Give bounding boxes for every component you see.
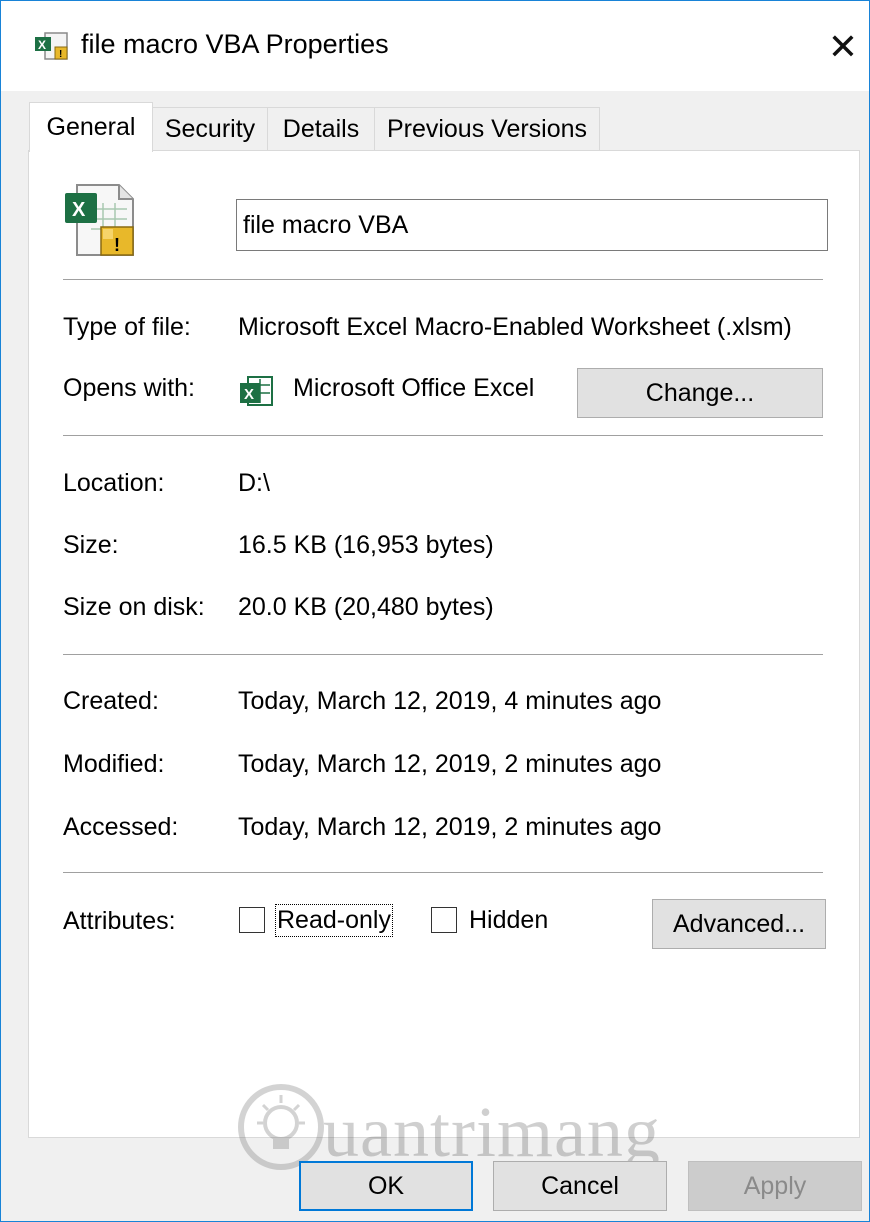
separator [63, 654, 823, 656]
ok-button[interactable]: OK [299, 1161, 473, 1211]
advanced-button[interactable]: Advanced... [652, 899, 826, 949]
accessed-value: Today, March 12, 2019, 2 minutes ago [238, 813, 662, 841]
size-value: 16.5 KB (16,953 bytes) [238, 531, 494, 559]
separator [63, 435, 823, 437]
tab-previous-versions[interactable]: Previous Versions [374, 107, 600, 151]
attributes-label: Attributes: [63, 907, 176, 935]
accessed-label: Accessed: [63, 813, 179, 841]
hidden-label[interactable]: Hidden [469, 906, 548, 935]
location-label: Location: [63, 469, 165, 497]
tab-security-label: Security [164, 115, 256, 143]
read-only-label[interactable]: Read-only [275, 904, 393, 937]
cancel-button-label: Cancel [541, 1171, 619, 1200]
svg-text:!: ! [114, 235, 120, 255]
size-label: Size: [63, 531, 119, 559]
ok-button-label: OK [367, 1171, 405, 1200]
close-icon: ✕ [827, 26, 859, 67]
tab-security[interactable]: Security [152, 107, 268, 151]
properties-dialog: X ! file macro VBA Properties ✕ General … [0, 0, 870, 1222]
location-value: D:\ [238, 469, 270, 497]
tab-details[interactable]: Details [267, 107, 375, 151]
svg-text:X: X [38, 38, 46, 52]
created-label: Created: [63, 687, 159, 715]
size-on-disk-label: Size on disk: [63, 593, 205, 621]
size-on-disk-value: 20.0 KB (20,480 bytes) [238, 593, 494, 621]
file-properties-icon: X ! [33, 31, 73, 63]
modified-label: Modified: [63, 750, 165, 778]
excel-app-icon: X [238, 373, 274, 409]
type-of-file-value: Microsoft Excel Macro-Enabled Worksheet … [238, 313, 792, 341]
tab-previous-versions-label: Previous Versions [386, 115, 588, 143]
apply-button-label: Apply [743, 1171, 807, 1200]
window-title: file macro VBA Properties [81, 29, 389, 59]
file-name-input[interactable] [236, 199, 828, 251]
created-value: Today, March 12, 2019, 4 minutes ago [238, 687, 662, 715]
type-of-file-label: Type of file: [63, 313, 191, 341]
close-button[interactable]: ✕ [817, 19, 869, 75]
excel-macro-file-icon: X ! [63, 183, 143, 257]
separator [63, 279, 823, 281]
title-bar: X ! file macro VBA Properties ✕ [1, 1, 869, 91]
separator [63, 872, 823, 874]
opens-with-label: Opens with: [63, 374, 196, 402]
hidden-checkbox[interactable] [431, 907, 457, 933]
advanced-button-label: Advanced... [672, 909, 806, 938]
svg-text:X: X [72, 199, 86, 221]
cancel-button[interactable]: Cancel [493, 1161, 667, 1211]
apply-button[interactable]: Apply [688, 1161, 862, 1211]
change-button[interactable]: Change... [577, 368, 823, 418]
general-panel [28, 150, 860, 1138]
read-only-checkbox[interactable] [239, 907, 265, 933]
svg-text:!: ! [59, 49, 62, 60]
modified-value: Today, March 12, 2019, 2 minutes ago [238, 750, 662, 778]
svg-text:X: X [244, 386, 254, 403]
change-button-label: Change... [645, 378, 755, 407]
tab-general-label: General [46, 113, 136, 141]
tab-details-label: Details [282, 115, 360, 143]
opens-with-value: Microsoft Office Excel [293, 374, 535, 402]
tab-general[interactable]: General [29, 102, 153, 152]
